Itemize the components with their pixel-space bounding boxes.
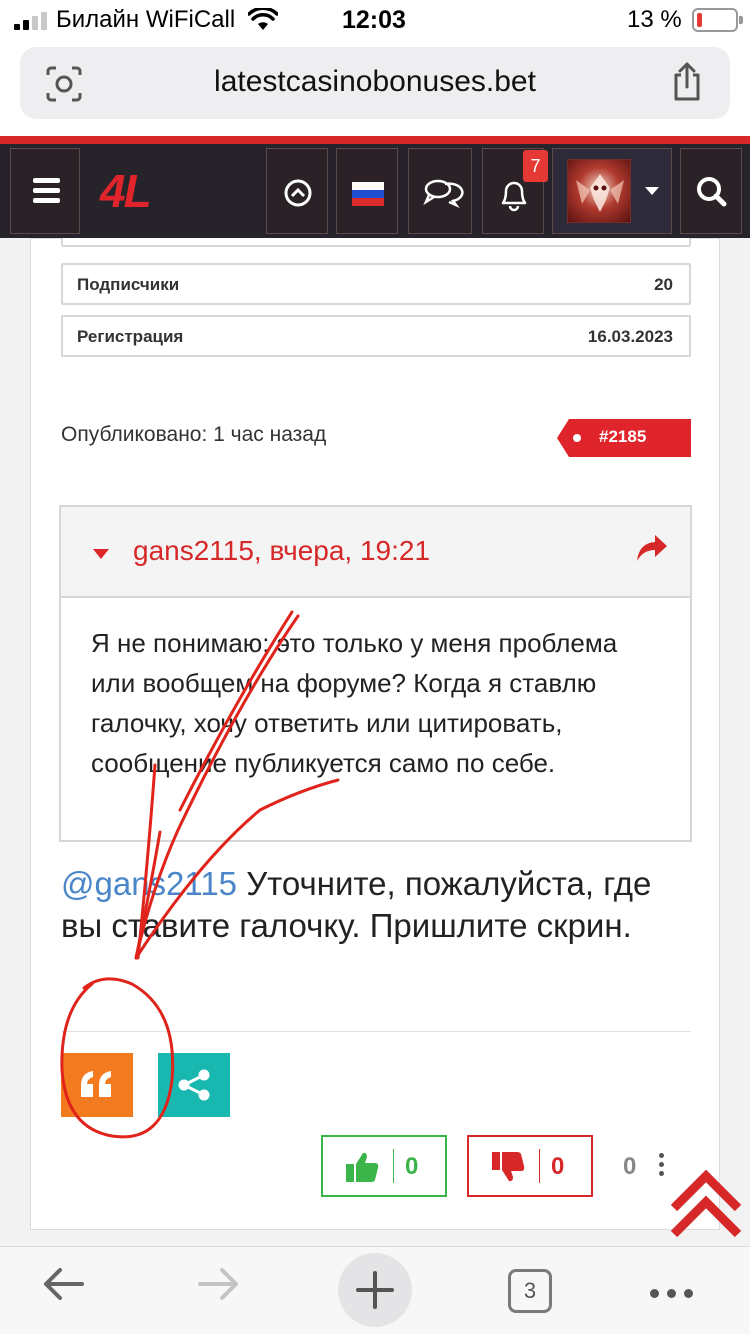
post-number: #2185 xyxy=(599,427,647,446)
language-button[interactable] xyxy=(336,148,398,234)
stat-value: 16.03.2023 xyxy=(587,327,673,346)
messages-button[interactable] xyxy=(408,148,472,234)
quote-header[interactable]: gans2115, вчера, 19:21 xyxy=(61,507,690,598)
menu-button[interactable] xyxy=(10,148,80,234)
battery-percent: 13 % xyxy=(627,6,682,33)
user-mention[interactable]: @gans2115 xyxy=(61,865,237,902)
search-icon xyxy=(697,177,727,207)
signal-icon xyxy=(14,12,48,30)
notification-badge: 7 xyxy=(523,150,548,182)
more-options-icon[interactable] xyxy=(659,1153,665,1177)
quote-author[interactable]: gans2115, вчера, 19:21 xyxy=(133,535,430,567)
post-body: @gans2115 Уточните, пожалуйста, где вы с… xyxy=(61,863,681,947)
share-icon[interactable] xyxy=(670,61,704,103)
quote-text: Я не понимаю: это только у меня про­блем… xyxy=(91,628,618,778)
thumbs-up-icon xyxy=(346,1152,379,1182)
plus-icon xyxy=(356,1271,394,1309)
post-card: Подписчики 20 Регистрация 16.03.2023 Опу… xyxy=(30,238,720,1230)
avatar xyxy=(567,159,631,223)
tabs-button[interactable]: 3 xyxy=(508,1269,552,1313)
scroll-to-top-icon[interactable] xyxy=(668,1168,744,1240)
reply-arrow-icon[interactable] xyxy=(635,533,669,563)
accent-line xyxy=(0,136,750,144)
clock: 12:03 xyxy=(342,6,406,34)
chevron-down-icon xyxy=(645,187,659,195)
profile-stat-followers: Подписчики 20 xyxy=(61,263,691,305)
site-header: 4L 7 xyxy=(0,144,750,238)
carrier-name: Билайн WiFiCall xyxy=(56,6,236,33)
share-nodes-icon xyxy=(178,1069,210,1101)
quote-icon xyxy=(81,1071,111,1097)
stat-label: Регистрация xyxy=(77,327,184,346)
like-count: 0 xyxy=(405,1153,419,1180)
battery-level xyxy=(697,13,702,27)
user-menu[interactable] xyxy=(552,148,672,234)
like-button[interactable]: 0 xyxy=(321,1135,447,1197)
battery-icon xyxy=(692,8,743,32)
post-score: 0 xyxy=(623,1153,637,1180)
share-button[interactable] xyxy=(158,1053,230,1117)
thumbs-down-icon xyxy=(492,1152,525,1182)
russian-flag-icon xyxy=(352,182,384,206)
wifi-icon xyxy=(248,8,278,30)
page-content[interactable]: Подписчики 20 Регистрация 16.03.2023 Опу… xyxy=(0,238,750,1246)
post-date: Опубликовано: 1 час назад xyxy=(61,423,327,446)
browser-toolbar: 3 xyxy=(0,1246,750,1334)
dislike-count: 0 xyxy=(551,1153,565,1180)
scroll-up-button[interactable] xyxy=(266,148,328,234)
quote-block: gans2115, вчера, 19:21 Я не понимаю: это… xyxy=(59,505,692,842)
scroll-up-icon xyxy=(284,179,312,207)
divider xyxy=(61,1031,691,1032)
address-bar[interactable]: latestcasinobonuses.bet xyxy=(20,47,730,119)
chat-icon xyxy=(423,179,464,208)
search-button[interactable] xyxy=(680,148,742,234)
collapse-caret-icon[interactable] xyxy=(93,549,109,559)
new-tab-button[interactable] xyxy=(338,1253,412,1327)
site-logo[interactable]: 4L xyxy=(100,164,152,218)
profile-stat-hidden xyxy=(61,238,691,247)
quote-button[interactable] xyxy=(61,1053,133,1117)
status-bar: Билайн WiFiCall 12:03 13 % xyxy=(0,0,750,44)
stat-label: Подписчики xyxy=(77,275,180,294)
back-icon[interactable] xyxy=(38,1259,88,1309)
stat-value: 20 xyxy=(654,275,673,294)
profile-stat-registration: Регистрация 16.03.2023 xyxy=(61,315,691,357)
dislike-button[interactable]: 0 xyxy=(467,1135,593,1197)
post-number-link[interactable]: #2185 xyxy=(557,419,691,457)
url-text: latestcasinobonuses.bet xyxy=(214,65,536,98)
forward-icon[interactable] xyxy=(194,1259,244,1309)
